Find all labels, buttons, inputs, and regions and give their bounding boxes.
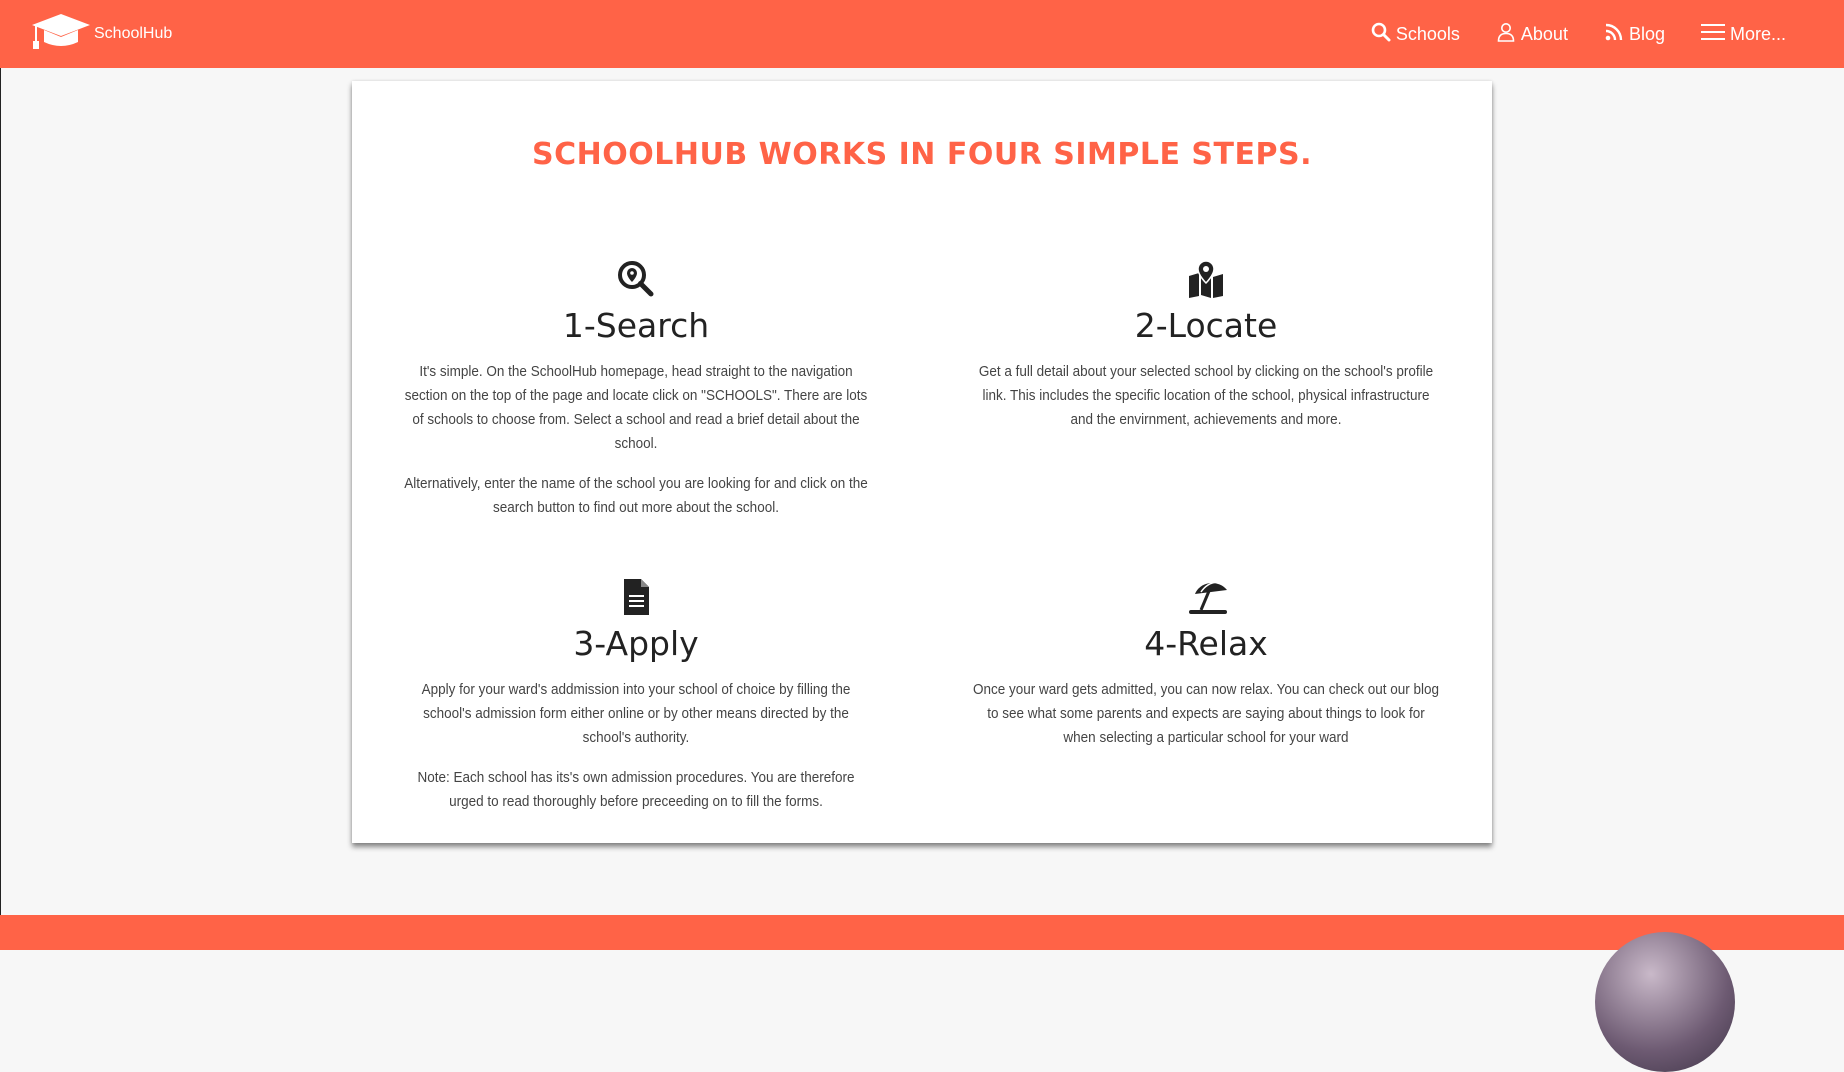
footer-bar: [0, 915, 1844, 950]
graduation-cap-icon: [30, 12, 92, 57]
map-marked-icon: [1187, 260, 1225, 298]
nav-links: Schools About Blog More...: [1371, 0, 1786, 68]
step-text: Once your ward gets admitted, you can no…: [972, 681, 1440, 746]
nav-item-more[interactable]: More...: [1700, 22, 1786, 47]
page-title: SCHOOLHUB WORKS IN FOUR SIMPLE STEPS.: [532, 137, 1312, 172]
nav-item-schools[interactable]: Schools: [1371, 22, 1460, 47]
hamburger-menu-icon: [1700, 22, 1725, 47]
nav-item-label: About: [1520, 23, 1568, 44]
step-heading: 3-Apply: [573, 624, 699, 663]
step-heading: 4-Relax: [1144, 624, 1268, 663]
nav-item-blog[interactable]: Blog: [1604, 22, 1665, 47]
step-text: Alternatively, enter the name of the sch…: [404, 475, 868, 516]
step-locate: 2-Locate Get a full detail about your se…: [946, 260, 1466, 432]
search-location-icon: [617, 260, 655, 298]
user-icon: [1496, 22, 1516, 47]
page-left-border: [0, 68, 1, 915]
step-text: Note: Each school has its's own admissio…: [417, 769, 855, 810]
step-heading: 2-Locate: [1134, 306, 1278, 345]
step-text: Get a full detail about your selected sc…: [978, 363, 1434, 428]
nav-item-label: Blog: [1628, 23, 1665, 44]
step-search: 1-Search It's simple. On the SchoolHub h…: [376, 260, 896, 520]
file-document-icon: [617, 578, 655, 616]
rss-icon: [1604, 22, 1624, 47]
step-relax: 4-Relax Once your ward gets admitted, yo…: [946, 578, 1466, 750]
search-icon: [1371, 22, 1391, 47]
umbrella-beach-icon: [1187, 578, 1227, 616]
brand-name: SchoolHub: [94, 25, 173, 42]
step-heading: 1-Search: [562, 306, 710, 345]
nav-item-about[interactable]: About: [1496, 22, 1568, 47]
step-text: It's simple. On the SchoolHub homepage, …: [404, 363, 868, 452]
nav-item-label: Schools: [1395, 23, 1460, 44]
nav-item-label: More...: [1729, 23, 1786, 44]
step-text: Apply for your ward's addmission into yo…: [421, 681, 851, 746]
footer-avatar-image: [1595, 932, 1735, 1072]
step-apply: 3-Apply Apply for your ward's addmission…: [376, 578, 896, 814]
top-navbar: SchoolHub Schools About Blog More...: [0, 0, 1844, 68]
brand-link[interactable]: SchoolHub: [30, 12, 173, 57]
